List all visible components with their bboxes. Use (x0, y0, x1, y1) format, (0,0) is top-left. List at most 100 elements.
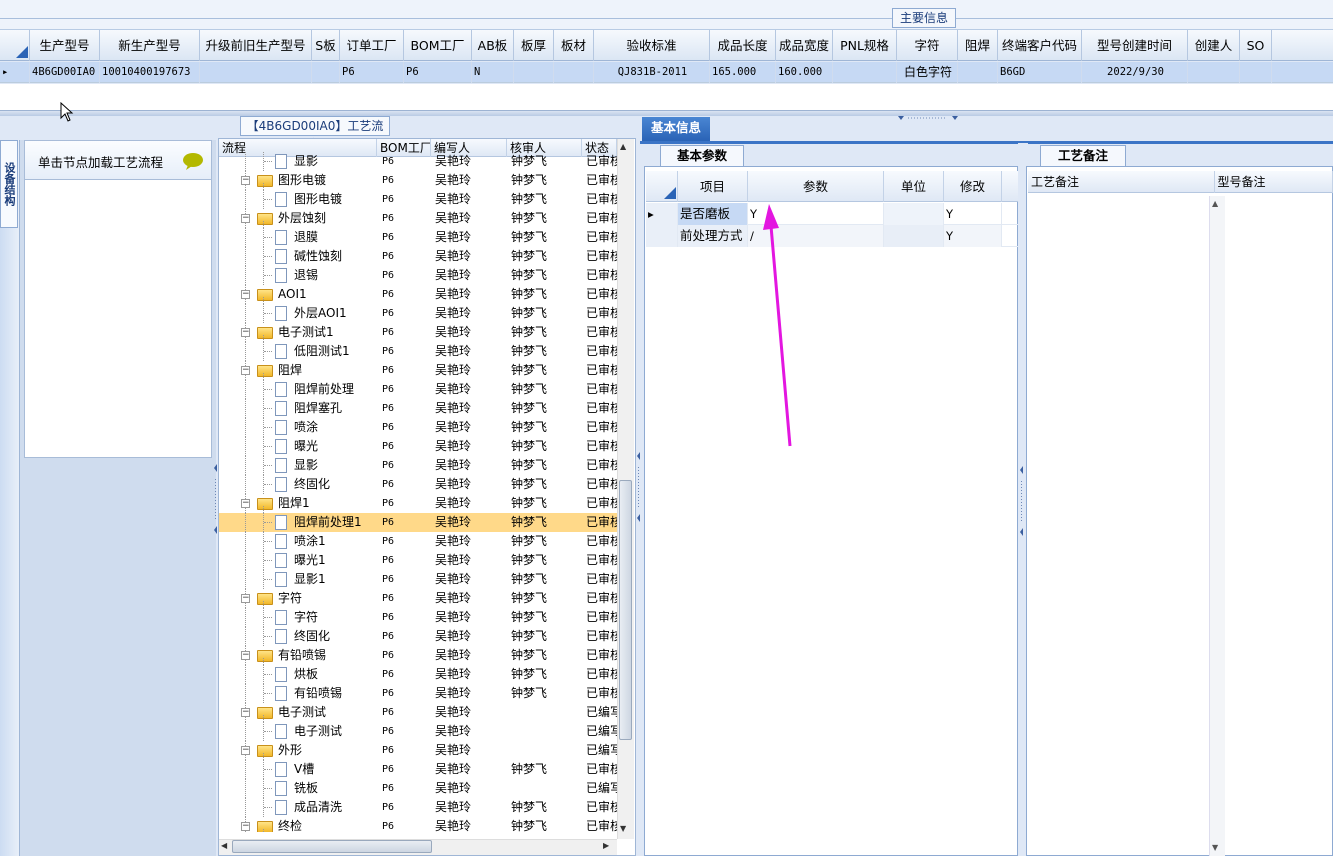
tree-node[interactable]: − 阻焊 (219, 361, 377, 380)
tree-collapse-handle[interactable] (636, 452, 641, 522)
grid-cell[interactable] (200, 62, 312, 83)
basic-info-tab[interactable]: 基本信息 (642, 117, 710, 141)
tree-node[interactable]: 图形电镀 (219, 190, 377, 209)
column-header[interactable]: 终端客户代码 (998, 30, 1082, 61)
tree-node[interactable]: 字符 (219, 608, 377, 627)
grid-cell[interactable] (554, 62, 594, 83)
side-tab-equipment[interactable]: 设备结构 (0, 140, 18, 228)
tree-row[interactable]: 显影 P6 吴艳玲 钟梦飞 已审核 (219, 456, 617, 475)
grid-cell[interactable]: B6GD (998, 62, 1082, 83)
params-column-header[interactable]: 项目 (678, 171, 748, 202)
tree-row[interactable]: 低阻测试1 P6 吴艳玲 钟梦飞 已审核 (219, 342, 617, 361)
collapse-toggle-icon[interactable]: − (241, 214, 250, 223)
tree-node[interactable]: − 图形电镀 (219, 171, 377, 190)
tree-row[interactable]: 阻焊塞孔 P6 吴艳玲 钟梦飞 已审核 (219, 399, 617, 418)
params-column-header[interactable]: 修改 (944, 171, 1002, 202)
tree-row[interactable]: 终固化 P6 吴艳玲 钟梦飞 已审核 (219, 627, 617, 646)
grid-cell[interactable]: P6 (404, 62, 472, 83)
tree-row[interactable]: 电子测试 P6 吴艳玲 已编写 (219, 722, 617, 741)
grid-cell[interactable] (958, 62, 998, 83)
tree-row[interactable]: 曝光 P6 吴艳玲 钟梦飞 已审核 (219, 437, 617, 456)
tree-row[interactable]: − 有铅喷锡 P6 吴艳玲 钟梦飞 已审核 (219, 646, 617, 665)
params-tab[interactable]: 基本参数 (660, 145, 744, 166)
tree-row[interactable]: 字符 P6 吴艳玲 钟梦飞 已审核 (219, 608, 617, 627)
tree-node[interactable]: 终固化 (219, 475, 377, 494)
column-header[interactable]: 生产型号 (30, 30, 100, 61)
tree-row[interactable]: 喷涂1 P6 吴艳玲 钟梦飞 已审核 (219, 532, 617, 551)
tree-node[interactable]: 喷涂 (219, 418, 377, 437)
remark-column-header[interactable]: 工艺备注 (1028, 171, 1215, 193)
grid-cell[interactable]: 165.000 (710, 62, 776, 83)
grid-cell[interactable]: QJ831B-2011 (594, 62, 710, 83)
tree-row[interactable]: 外层AOI1 P6 吴艳玲 钟梦飞 已审核 (219, 304, 617, 323)
params-row[interactable]: 前处理方式 / Y (646, 225, 1018, 247)
tree-node[interactable]: 喷涂1 (219, 532, 377, 551)
grid-cell[interactable]: 4B6GD00IA0 (30, 62, 100, 83)
grid-cell[interactable] (1188, 62, 1240, 83)
grid-cell[interactable]: 10010400197673 (100, 62, 200, 83)
tree-node[interactable]: 阻焊前处理 (219, 380, 377, 399)
tree-row[interactable]: − 外层蚀刻 P6 吴艳玲 钟梦飞 已审核 (219, 209, 617, 228)
collapse-toggle-icon[interactable]: − (241, 366, 250, 375)
tree-horizontal-thumb[interactable] (232, 840, 432, 853)
collapse-toggle-icon[interactable]: − (241, 746, 250, 755)
tree-row[interactable]: 碱性蚀刻 P6 吴艳玲 钟梦飞 已审核 (219, 247, 617, 266)
remark-scroll-down-icon[interactable]: ▼ (1212, 843, 1218, 852)
tree-row[interactable]: 铣板 P6 吴艳玲 已编写 (219, 779, 617, 798)
tree-node[interactable]: − 终检 (219, 817, 377, 832)
scroll-down-arrow-icon[interactable]: ▼ (620, 824, 626, 833)
remark-scrollbar[interactable] (1209, 196, 1225, 856)
tree-row[interactable]: − 终检 P6 吴艳玲 钟梦飞 已审核 (219, 817, 617, 832)
top-grid-row[interactable]: ▸ 4B6GD00IA0 10010400197673 P6 P6 N QJ831B-201… (0, 62, 1333, 83)
tree-row[interactable]: − 阻焊 P6 吴艳玲 钟梦飞 已审核 (219, 361, 617, 380)
grid-cell[interactable] (1240, 62, 1272, 83)
tree-node[interactable]: − 电子测试1 (219, 323, 377, 342)
tree-node[interactable]: − AOI1 (219, 285, 377, 304)
tree-node[interactable]: 终固化 (219, 627, 377, 646)
grid-cell[interactable] (514, 62, 554, 83)
tree-node[interactable]: − 电子测试 (219, 703, 377, 722)
tree-row[interactable]: − 电子测试 P6 吴艳玲 已编写 (219, 703, 617, 722)
splitter-grip[interactable] (898, 110, 958, 120)
tree-row[interactable]: 成品清洗 P6 吴艳玲 钟梦飞 已审核 (219, 798, 617, 817)
params-column-header[interactable]: 单位 (884, 171, 944, 202)
column-header[interactable]: 阻焊 (958, 30, 998, 61)
tree-node[interactable]: 退锡 (219, 266, 377, 285)
tree-row[interactable]: − 字符 P6 吴艳玲 钟梦飞 已审核 (219, 589, 617, 608)
tree-node[interactable]: 显影 (219, 152, 377, 171)
grid-cell[interactable]: 2022/9/30 (1082, 62, 1188, 83)
tree-row[interactable]: V槽 P6 吴艳玲 钟梦飞 已审核 (219, 760, 617, 779)
collapse-toggle-icon[interactable]: − (241, 499, 250, 508)
column-header[interactable]: S板 (312, 30, 340, 61)
grid-cell[interactable]: N (472, 62, 514, 83)
tree-row[interactable]: 有铅喷锡 P6 吴艳玲 钟梦飞 已审核 (219, 684, 617, 703)
tree-row[interactable]: 显影1 P6 吴艳玲 钟梦飞 已审核 (219, 570, 617, 589)
column-header[interactable]: SO (1240, 30, 1272, 61)
tree-row[interactable]: 阻焊前处理 P6 吴艳玲 钟梦飞 已审核 (219, 380, 617, 399)
remark-scroll-up-icon[interactable]: ▲ (1212, 199, 1218, 208)
tree-node[interactable]: 烘板 (219, 665, 377, 684)
collapse-toggle-icon[interactable]: − (241, 708, 250, 717)
tree-node[interactable]: 成品清洗 (219, 798, 377, 817)
params-row[interactable]: ▸ 是否磨板 Y Y (646, 203, 1018, 225)
scroll-right-arrow-icon[interactable]: ▶ (603, 841, 609, 850)
grid-cell[interactable]: P6 (340, 62, 404, 83)
tree-row[interactable]: 退锡 P6 吴艳玲 钟梦飞 已审核 (219, 266, 617, 285)
tree-node[interactable]: 显影 (219, 456, 377, 475)
tree-node[interactable]: − 外层蚀刻 (219, 209, 377, 228)
column-header[interactable]: 成品长度 (710, 30, 776, 61)
column-header[interactable]: BOM工厂 (404, 30, 472, 61)
tree-row[interactable]: 图形电镀 P6 吴艳玲 钟梦飞 已审核 (219, 190, 617, 209)
column-header[interactable]: 板材 (554, 30, 594, 61)
tree-node[interactable]: 阻焊前处理1 (219, 513, 377, 532)
tree-row[interactable]: − 阻焊1 P6 吴艳玲 钟梦飞 已审核 (219, 494, 617, 513)
remark-tab[interactable]: 工艺备注 (1040, 145, 1126, 166)
grid-cell[interactable] (833, 62, 897, 83)
tree-row[interactable]: − 图形电镀 P6 吴艳玲 钟梦飞 已审核 (219, 171, 617, 190)
collapse-toggle-icon[interactable]: − (241, 328, 250, 337)
tree-node[interactable]: 曝光1 (219, 551, 377, 570)
tree-node[interactable]: 有铅喷锡 (219, 684, 377, 703)
grid-cell[interactable] (312, 62, 340, 83)
tree-node[interactable]: − 外形 (219, 741, 377, 760)
collapse-toggle-icon[interactable]: − (241, 651, 250, 660)
